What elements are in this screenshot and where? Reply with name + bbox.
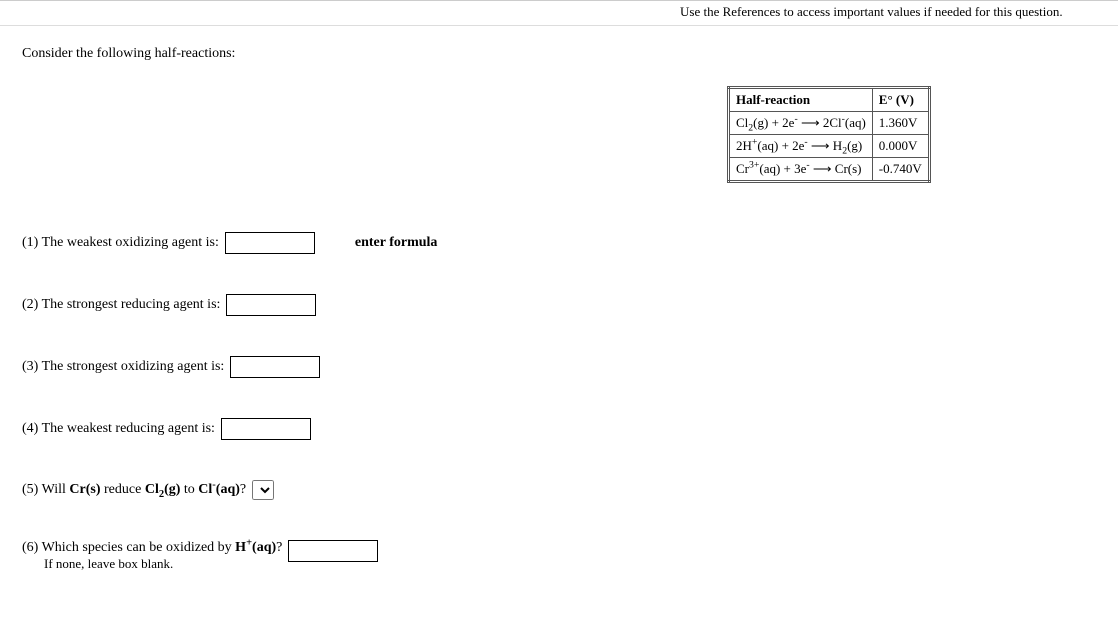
header-potential: E° (V) bbox=[872, 88, 929, 112]
content-area: Consider the following half-reactions: H… bbox=[0, 26, 1118, 632]
references-note: Use the References to access important v… bbox=[680, 4, 1063, 20]
q5-select[interactable] bbox=[252, 480, 274, 500]
potential-cell: -0.740V bbox=[872, 158, 929, 182]
question-4: (4) The weakest reducing agent is: bbox=[22, 418, 1098, 440]
reaction-cell: Cr3+(aq) + 3e- ⟶ Cr(s) bbox=[729, 158, 873, 182]
q1-label: (1) The weakest oxidizing agent is: bbox=[22, 235, 219, 251]
q3-label: (3) The strongest oxidizing agent is: bbox=[22, 359, 224, 375]
potential-cell: 0.000V bbox=[872, 135, 929, 158]
question-3: (3) The strongest oxidizing agent is: bbox=[22, 356, 1098, 378]
q2-input[interactable] bbox=[226, 294, 316, 316]
table-header-row: Half-reaction E° (V) bbox=[729, 88, 930, 112]
table-row: 2H+(aq) + 2e- ⟶ H2(g) 0.000V bbox=[729, 135, 930, 158]
half-reaction-table: Half-reaction E° (V) Cl2(g) + 2e- ⟶ 2Cl-… bbox=[727, 86, 931, 183]
table-row: Cl2(g) + 2e- ⟶ 2Cl-(aq) 1.360V bbox=[729, 112, 930, 135]
reaction-cell: Cl2(g) + 2e- ⟶ 2Cl-(aq) bbox=[729, 112, 873, 135]
question-1: (1) The weakest oxidizing agent is: ente… bbox=[22, 232, 1098, 254]
q6-input[interactable] bbox=[288, 540, 378, 562]
half-reaction-table-wrap: Half-reaction E° (V) Cl2(g) + 2e- ⟶ 2Cl-… bbox=[727, 86, 931, 183]
intro-text: Consider the following half-reactions: bbox=[22, 46, 1098, 62]
q6-label: (6) Which species can be oxidized by H+(… bbox=[22, 540, 282, 555]
table-row: Cr3+(aq) + 3e- ⟶ Cr(s) -0.740V bbox=[729, 158, 930, 182]
q2-label: (2) The strongest reducing agent is: bbox=[22, 297, 220, 313]
q4-label: (4) The weakest reducing agent is: bbox=[22, 421, 215, 437]
question-5: (5) Will Cr(s) reduce Cl2(g) to Cl-(aq)? bbox=[22, 480, 1098, 500]
q6-sublabel: If none, leave box blank. bbox=[44, 556, 282, 572]
top-bar: Use the References to access important v… bbox=[0, 0, 1118, 26]
header-reaction: Half-reaction bbox=[729, 88, 873, 112]
potential-cell: 1.360V bbox=[872, 112, 929, 135]
q1-input[interactable] bbox=[225, 232, 315, 254]
question-6: (6) Which species can be oxidized by H+(… bbox=[22, 540, 1098, 572]
q4-input[interactable] bbox=[221, 418, 311, 440]
q6-textblock: (6) Which species can be oxidized by H+(… bbox=[22, 540, 282, 572]
question-2: (2) The strongest reducing agent is: bbox=[22, 294, 1098, 316]
q3-input[interactable] bbox=[230, 356, 320, 378]
q1-hint: enter formula bbox=[355, 235, 438, 251]
reaction-cell: 2H+(aq) + 2e- ⟶ H2(g) bbox=[729, 135, 873, 158]
q5-label: (5) Will Cr(s) reduce Cl2(g) to Cl-(aq)? bbox=[22, 482, 246, 498]
